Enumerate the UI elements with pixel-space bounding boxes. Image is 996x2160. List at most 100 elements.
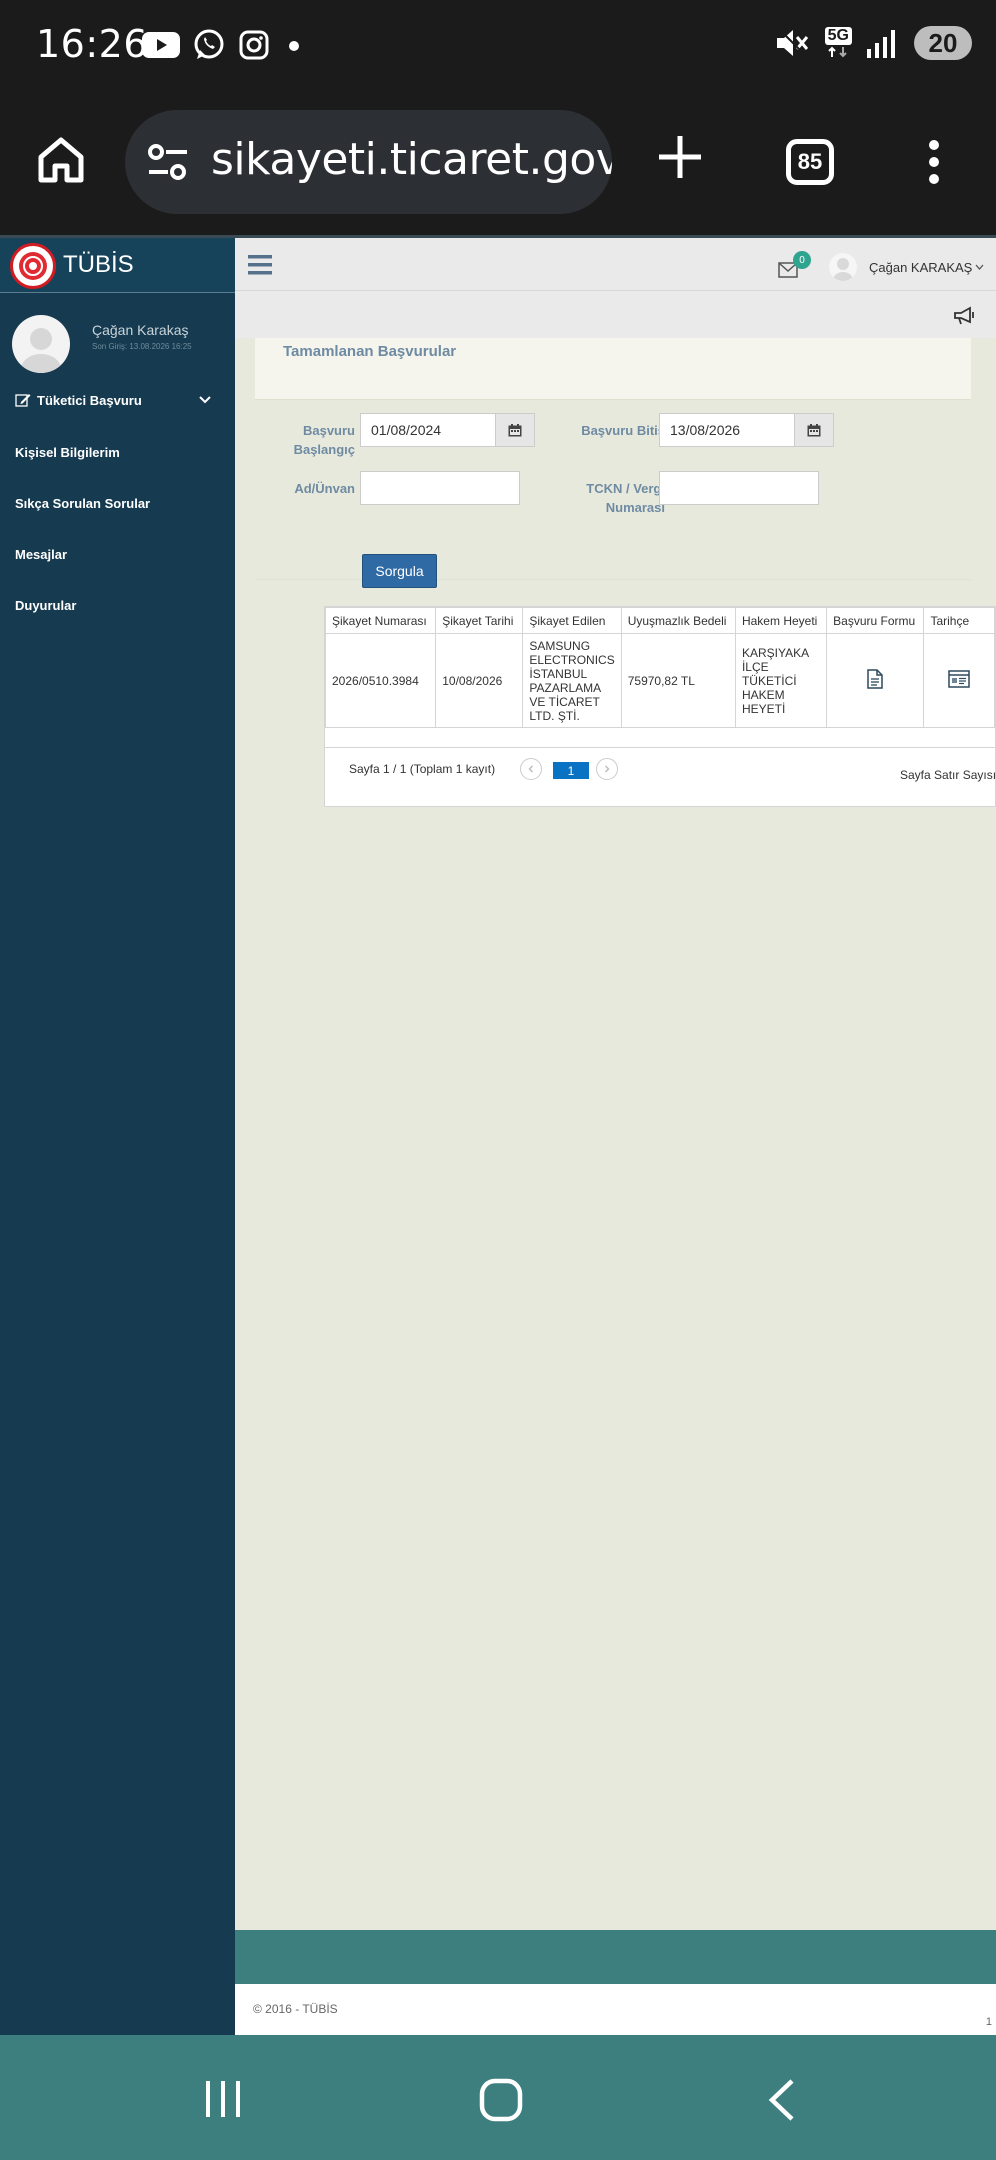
mute-icon <box>776 27 809 59</box>
battery-icon: 20 <box>914 26 972 60</box>
brand-row[interactable]: TÜBİS <box>0 238 235 293</box>
search-form: Başvuru Başlangıç 01/08/2024 Başvuru Biti… <box>255 400 971 588</box>
table-header-row: Şikayet Numarası Şikayet Tarihi Şikayet … <box>325 607 995 634</box>
ministry-logo-icon <box>10 243 56 289</box>
status-time: 16:26 <box>36 22 149 66</box>
panel-header: Tamamlanan Başvurular <box>255 338 971 400</box>
name-label: Ad/Ünvan <box>294 481 355 496</box>
signal-icon <box>867 30 895 58</box>
web-page: TÜBİS Çağan Karakaş Son Giriş: 13.08.202… <box>0 235 996 2035</box>
chevron-right-icon <box>605 765 610 773</box>
pagination-summary: Sayfa 1 / 1 (Toplam 1 kayıt) <box>349 762 496 776</box>
user-avatar[interactable] <box>829 253 857 281</box>
profile-name: Çağan Karakaş <box>92 322 189 338</box>
col-arbitration-committee[interactable]: Hakem Heyeti <box>734 607 828 634</box>
col-complaint-date[interactable]: Şikayet Tarihi <box>435 607 524 634</box>
tckn-input[interactable] <box>659 471 819 505</box>
start-date-picker-button[interactable] <box>495 413 535 447</box>
user-menu-name: Çağan KARAKAŞ <box>869 260 973 275</box>
sidebar: TÜBİS Çağan Karakaş Son Giriş: 13.08.202… <box>0 235 235 2035</box>
menu-icon[interactable] <box>248 254 272 276</box>
footer-page-number: 1 <box>985 2016 992 2028</box>
sidebar-item-duyurular[interactable]: Duyurular <box>15 598 76 613</box>
col-application-form[interactable]: Başvuru Formu <box>826 607 925 634</box>
main-content: Tamamlanan Başvurular Başvuru Başlangıç 0… <box>235 338 996 1926</box>
end-date-label: Başvuru Bitiş <box>581 423 665 438</box>
cell-application-form <box>826 633 925 728</box>
next-page-button[interactable] <box>596 758 618 780</box>
tab-switcher-button[interactable]: 85 <box>786 139 834 185</box>
query-button[interactable]: Sorgula <box>362 554 437 588</box>
start-date-label-line1: Başvuru <box>302 423 355 438</box>
cell-dispute-amount: 75970,82 TL <box>620 633 736 728</box>
end-date-input[interactable]: 13/08/2026 <box>659 413 795 447</box>
phone-screen: 16:26 5G 20 sikayeti.ticaret.gov.tr 85 <box>0 0 996 2160</box>
home-button-icon[interactable] <box>479 2078 523 2122</box>
new-tab-icon[interactable] <box>655 132 705 182</box>
sidebar-item-kisisel-bilgilerim[interactable]: Kişisel Bilgilerim <box>15 445 120 460</box>
back-icon[interactable] <box>767 2078 797 2122</box>
app-header: 0 Çağan KARAKAŞ <box>235 235 996 290</box>
browser-toolbar: sikayeti.ticaret.gov.tr 85 <box>0 95 996 235</box>
network-label: 5G <box>824 27 852 45</box>
footer-band <box>235 1930 996 1984</box>
cell-arbitration-committee: KARŞIYAKA İLÇE TÜKETİCİ HAKEM HEYETİ <box>734 633 828 728</box>
end-date-picker-button[interactable] <box>794 413 834 447</box>
chevron-down-icon <box>975 264 984 270</box>
pagination: Sayfa 1 / 1 (Toplam 1 kayıt) 1 Sayfa Sat… <box>325 747 996 806</box>
table-row: 2026/0510.3984 10/08/2026 SAMSUNG ELECTR… <box>325 633 995 728</box>
system-icons: 5G 20 <box>775 26 972 60</box>
status-bar: 16:26 5G 20 <box>0 0 996 95</box>
sidebar-item-tuketici-basvuru[interactable]: Tüketici Başvuru <box>15 393 142 408</box>
name-input[interactable] <box>360 471 520 505</box>
address-bar[interactable]: sikayeti.ticaret.gov.tr <box>125 110 612 214</box>
system-nav-bar <box>0 2035 996 2160</box>
prev-page-button[interactable] <box>520 758 542 780</box>
tckn-label-line2: Numarası <box>605 500 665 515</box>
whatsapp-icon <box>194 29 224 59</box>
col-complaint-number[interactable]: Şikayet Numarası <box>325 607 437 634</box>
page-title: Tamamlanan Başvurular <box>283 343 457 360</box>
last-login: Son Giriş: 13.08.2026 16:25 <box>92 342 192 351</box>
cell-complained-party: SAMSUNG ELECTRONICS İSTANBUL PAZARLAMA V… <box>522 633 622 728</box>
start-date-input[interactable]: 01/08/2024 <box>360 413 496 447</box>
start-date-label-line2: Başlangıç <box>293 442 355 457</box>
mail-count-badge: 0 <box>793 251 811 269</box>
sidebar-item-label: Tüketici Başvuru <box>37 393 142 408</box>
youtube-icon <box>142 32 180 58</box>
results-table: Şikayet Numarası Şikayet Tarihi Şikayet … <box>324 606 996 807</box>
col-complained-party[interactable]: Şikayet Edilen <box>522 607 622 634</box>
cell-complaint-number: 2026/0510.3984 <box>325 633 437 728</box>
dot-icon <box>289 41 299 51</box>
announcement-bar <box>235 290 996 338</box>
col-history[interactable]: Tarihçe <box>923 607 995 634</box>
brand-name: TÜBİS <box>63 251 134 278</box>
recent-apps-icon[interactable] <box>203 2079 243 2119</box>
instagram-icon <box>239 30 269 60</box>
cell-history <box>923 633 995 728</box>
sidebar-item-mesajlar[interactable]: Mesajlar <box>15 547 67 562</box>
footer-copyright: © 2016 - TÜBİS <box>253 2002 338 2016</box>
home-icon[interactable] <box>36 135 86 185</box>
rows-per-page-label: Sayfa Satır Sayısı <box>900 768 996 782</box>
notification-icons <box>142 28 302 62</box>
chevron-down-icon[interactable] <box>198 395 212 405</box>
cell-complaint-date: 10/08/2026 <box>435 633 524 728</box>
site-settings-icon[interactable] <box>145 140 191 186</box>
more-vert-icon[interactable] <box>924 137 944 187</box>
megaphone-icon[interactable] <box>953 306 975 326</box>
col-dispute-amount[interactable]: Uyuşmazlık Bedeli <box>620 607 736 634</box>
tckn-label-line1: TCKN / Vergi <box>586 481 665 496</box>
document-icon[interactable] <box>867 669 884 689</box>
tckn-label: TCKN / Vergi Numarası <box>555 479 665 517</box>
avatar <box>12 315 70 373</box>
url-text[interactable]: sikayeti.ticaret.gov.tr <box>211 134 612 185</box>
sidebar-item-sss[interactable]: Sıkça Sorulan Sorular <box>15 496 150 511</box>
chevron-left-icon <box>528 765 533 773</box>
history-icon[interactable] <box>948 670 970 688</box>
calendar-icon <box>807 423 821 436</box>
user-menu[interactable]: Çağan KARAKAŞ <box>869 260 984 275</box>
page-1-button[interactable]: 1 <box>553 762 589 779</box>
footer: © 2016 - TÜBİS 1 <box>235 1984 996 2035</box>
5g-icon: 5G <box>824 27 852 59</box>
